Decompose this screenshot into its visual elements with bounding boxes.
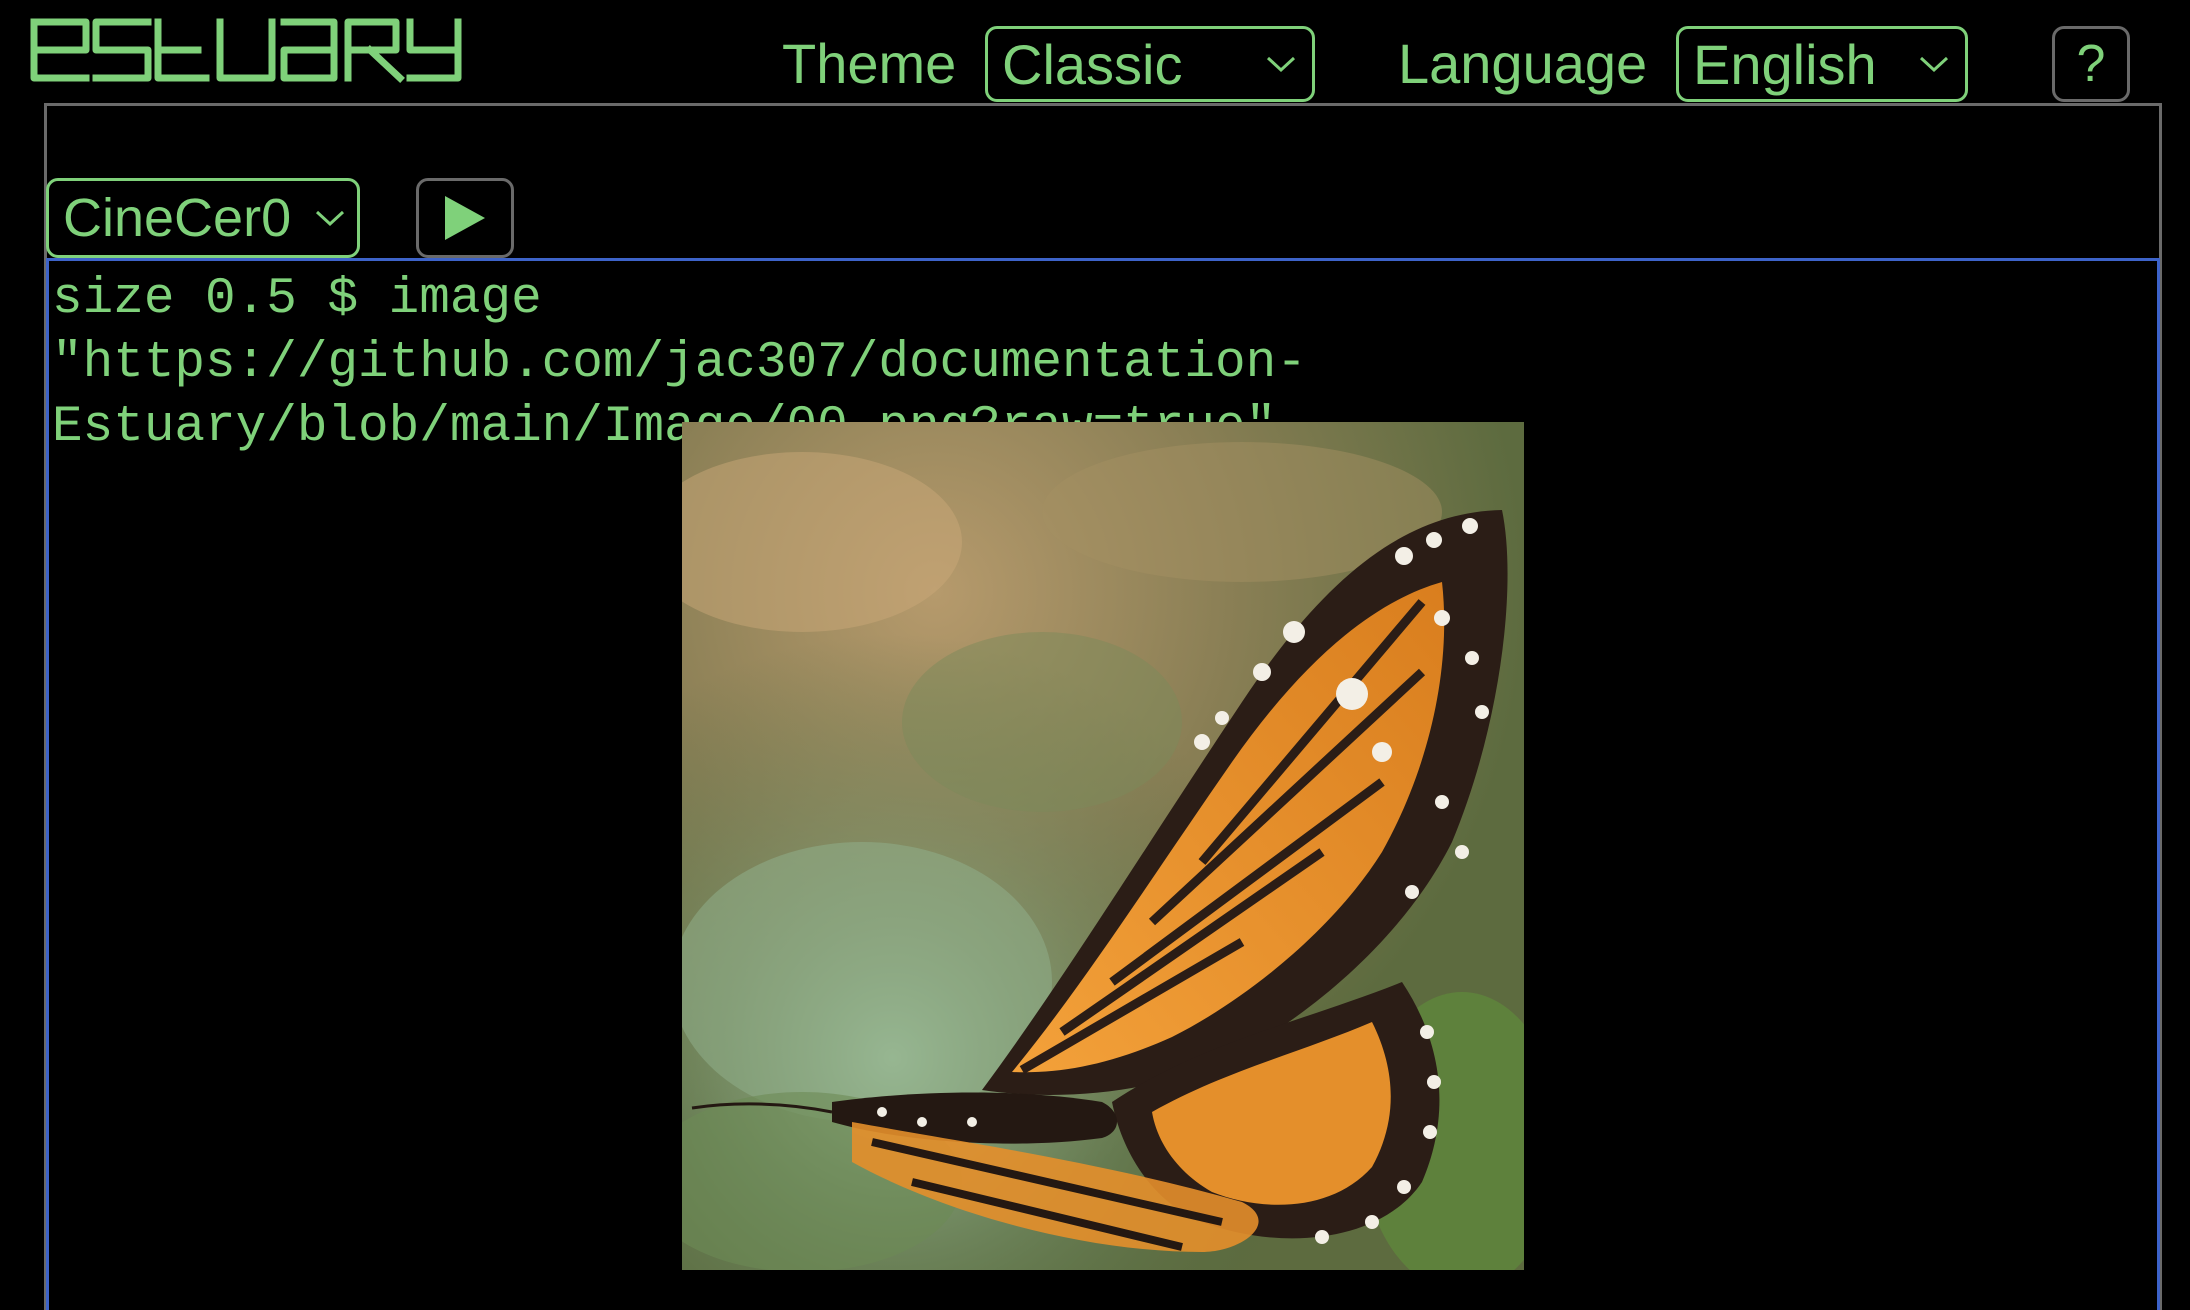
help-button[interactable]: ? [2052, 26, 2130, 102]
language-select[interactable]: English [1676, 26, 1968, 102]
chevron-down-icon [1266, 56, 1296, 73]
theme-select-value: Classic [1002, 32, 1183, 96]
rendered-image-butterfly [682, 422, 1524, 1270]
play-icon [445, 196, 485, 240]
language-label: Language [1398, 32, 1648, 95]
language-select-value: English [1693, 32, 1877, 96]
renderer-select-value: CineCer0 [63, 188, 292, 248]
estuary-logo [30, 14, 492, 86]
chevron-down-icon [1919, 56, 1949, 73]
chevron-down-icon [315, 210, 345, 227]
theme-label: Theme [782, 32, 957, 95]
play-button[interactable] [416, 178, 514, 258]
renderer-select[interactable]: CineCer0 [46, 178, 360, 258]
theme-select[interactable]: Classic [985, 26, 1315, 102]
